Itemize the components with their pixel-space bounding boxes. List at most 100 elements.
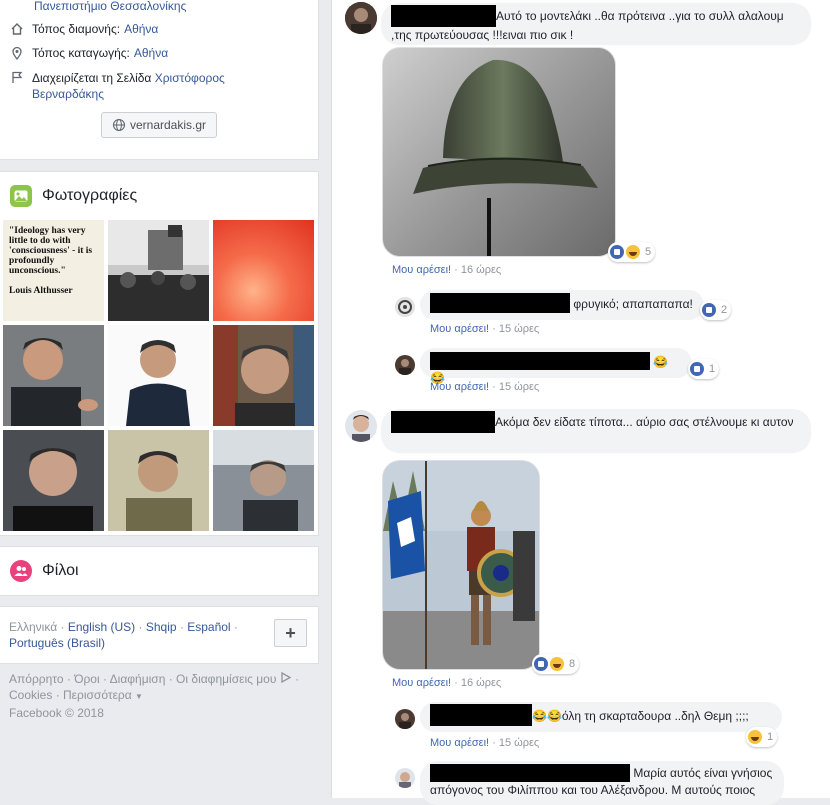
flag-icon (12, 71, 23, 83)
website-button[interactable]: vernardakis.gr (101, 112, 217, 138)
avatar[interactable] (395, 768, 415, 788)
photo-thumbnail[interactable] (108, 325, 209, 426)
portrait-photo (108, 325, 209, 426)
like-link[interactable]: Μου αρέσει! (392, 677, 451, 689)
avatar[interactable] (395, 709, 415, 729)
comment-bubble: 😂😂 (420, 348, 692, 385)
avatar[interactable] (345, 410, 377, 442)
timestamp[interactable]: 15 ώρες (499, 737, 539, 749)
redacted-name (391, 411, 495, 433)
language-link[interactable]: Shqip (146, 620, 177, 634)
left-column: Πανεπιστήμιο Θεσσαλονίκης Τόπος διαμονής… (0, 0, 330, 798)
language-current: Ελληνικά (9, 620, 58, 634)
haha-reaction-icon (748, 730, 762, 744)
comment-bubble: φρυγικό; απαπαπαπα! (420, 290, 704, 320)
redacted-name (430, 704, 532, 726)
lives-value-link[interactable]: Αθήνα (124, 22, 158, 36)
globe-icon (112, 118, 126, 132)
language-list: Ελληνικά · English (US) · Shqip · Españo… (9, 620, 238, 650)
comment-text: φρυγικό; απαπαπαπα! (573, 297, 693, 311)
comment-image-costume[interactable] (382, 460, 540, 670)
photo-thumbnail[interactable]: "Ideology has very little to do with 'co… (3, 220, 104, 321)
like-link[interactable]: Μου αρέσει! (392, 264, 451, 276)
from-label: Τόπος καταγωγής: (32, 46, 130, 60)
timestamp[interactable]: 15 ώρες (499, 323, 539, 335)
comment-bubble: Αυτό το μοντελάκι ..θα πρότεινα ..για το… (381, 3, 811, 45)
footer-line1[interactable]: Απόρρητο · Όροι · Διαφήμιση · Οι διαφημί… (9, 672, 276, 686)
like-reaction-icon (610, 245, 624, 259)
avatar[interactable] (395, 297, 415, 317)
education-row: Πανεπιστήμιο Θεσσαλονίκης (34, 0, 186, 13)
comment-text: Ακόμα δεν είδατε τίποτα... αύριο σας στέ… (495, 415, 794, 430)
avatar[interactable] (395, 355, 415, 375)
quote-text: "Ideology has very little to do with 'co… (9, 226, 93, 276)
from-row: Τόπος καταγωγής: Αθήνα (10, 46, 168, 60)
like-link[interactable]: Μου αρέσει! (430, 323, 489, 335)
portrait-photo (3, 325, 104, 426)
comment-bubble: 😂😂όλη τη σκαρταδουρα ..δηλ Θεμη ;;;; (420, 702, 782, 732)
comment-bubble: Ακόμα δεν είδατε τίποτα... αύριο σας στέ… (381, 409, 811, 453)
reaction-number: 1 (709, 363, 716, 375)
from-value-link[interactable]: Αθήνα (134, 46, 168, 60)
photo-thumbnail[interactable] (213, 325, 314, 426)
university-link[interactable]: Πανεπιστήμιο Θεσσαλονίκης (34, 0, 186, 13)
photo-thumbnail[interactable] (108, 220, 209, 321)
crowd-photo (108, 220, 209, 321)
portrait-photo (3, 430, 104, 531)
reaction-count[interactable]: 1 (746, 727, 778, 747)
plus-icon: + (285, 622, 296, 643)
redacted-name (391, 5, 496, 27)
timestamp[interactable]: 16 ώρες (461, 677, 501, 689)
add-language-button[interactable]: + (274, 619, 307, 647)
like-link[interactable]: Μου αρέσει! (430, 381, 489, 393)
photo-thumbnail[interactable] (213, 220, 314, 321)
photo-thumbnail[interactable] (108, 430, 209, 531)
language-link[interactable]: English (US) (68, 620, 135, 634)
comment-meta: Μου αρέσει! · 16 ώρες (392, 677, 502, 689)
photos-header[interactable]: Φωτογραφίες (10, 185, 137, 207)
photo-thumbnail[interactable] (213, 430, 314, 531)
intro-card: Πανεπιστήμιο Θεσσαλονίκης Τόπος διαμονής… (0, 0, 319, 160)
like-reaction-icon (534, 657, 548, 671)
like-reaction-icon (690, 362, 704, 376)
comment-image-helmet[interactable] (382, 47, 616, 257)
reaction-number: 5 (645, 246, 652, 258)
like-link[interactable]: Μου αρέσει! (430, 737, 489, 749)
footer-links: Απόρρητο · Όροι · Διαφήμιση · Οι διαφημί… (9, 671, 309, 721)
comments-panel: Αυτό το μοντελάκι ..θα πρότεινα ..για το… (331, 0, 830, 805)
lives-in-row: Τόπος διαμονής: Αθήνα (10, 22, 158, 36)
portrait-photo (108, 430, 209, 531)
reaction-count[interactable]: 2 (700, 300, 732, 320)
friends-icon (10, 560, 32, 582)
reaction-count[interactable]: 8 (532, 654, 580, 674)
photos-card: Φωτογραφίες "Ideology has very little to… (0, 171, 319, 536)
helmet-image (413, 59, 598, 256)
reaction-count[interactable]: 1 (688, 359, 720, 379)
footer-line2[interactable]: Cookies · Περισσότερα (9, 688, 132, 702)
comment-meta: Μου αρέσει! · 16 ώρες (392, 264, 502, 276)
comment-meta: Μου αρέσει! · 15 ώρες (430, 323, 540, 335)
photos-icon (10, 185, 32, 207)
manages-row: Διαχειρίζεται τη Σελίδα Χριστόφορος Βερν… (10, 70, 240, 102)
reaction-count[interactable]: 5 (608, 242, 656, 262)
reaction-number: 1 (767, 731, 774, 743)
like-reaction-icon (702, 303, 716, 317)
photo-thumbnail[interactable] (3, 325, 104, 426)
avatar[interactable] (345, 2, 377, 34)
language-link[interactable]: Português (Brasil) (9, 636, 105, 650)
reaction-number: 8 (569, 658, 576, 670)
photos-title: Φωτογραφίες (42, 187, 138, 204)
language-link[interactable]: Español (187, 620, 230, 634)
photo-thumbnail[interactable] (3, 430, 104, 531)
comment-bubble: Μαρία αυτός είναι γνήσιος απόγονος του Φ… (420, 761, 784, 805)
redacted-name (430, 293, 570, 314)
timestamp[interactable]: 16 ώρες (461, 264, 501, 276)
adchoices-icon[interactable] (280, 671, 292, 684)
friends-header[interactable]: Φίλοι (10, 560, 79, 582)
timestamp[interactable]: 15 ώρες (499, 381, 539, 393)
costume-photo (383, 461, 539, 669)
caret-down-icon: ▼ (135, 692, 143, 701)
footer-line1-row: Απόρρητο · Όροι · Διαφήμιση · Οι διαφημί… (9, 671, 300, 686)
home-icon (11, 23, 23, 35)
location-pin-icon (12, 46, 22, 60)
